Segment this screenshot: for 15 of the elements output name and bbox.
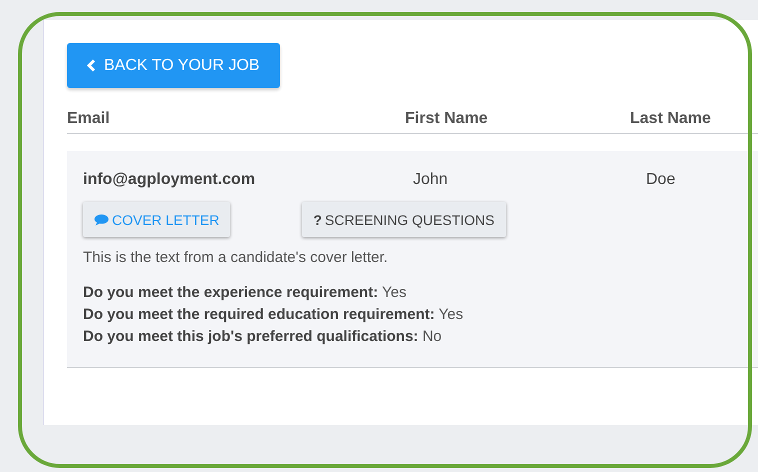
email-cell-text: info@agployment.com bbox=[83, 171, 256, 189]
speech-bubble-icon bbox=[94, 214, 109, 226]
column-header: Last Name bbox=[630, 110, 712, 128]
column-header: Email bbox=[67, 110, 111, 128]
screening-answer: Do you meet the experience requirement: Yes bbox=[83, 284, 408, 301]
cover-letter-button[interactable]: COVER LETTER bbox=[83, 202, 230, 237]
last-name-cell-text: Doe bbox=[646, 171, 676, 189]
screening-questions-button[interactable]: ? SCREENING QUESTIONS bbox=[302, 202, 506, 237]
chevron-left-icon bbox=[87, 59, 96, 72]
screening-answer: Do you meet the required education requirement: Yes bbox=[83, 306, 464, 323]
first-name-cell-text: John bbox=[413, 171, 449, 189]
cover-letter-text: This is the text from a candidate's cover letter. bbox=[83, 249, 389, 266]
screening-answer: Do you meet this job's preferred qualifications: No bbox=[83, 328, 443, 345]
back-button[interactable]: BACK TO YOUR JOB bbox=[67, 43, 280, 88]
column-header: First Name bbox=[405, 110, 489, 128]
